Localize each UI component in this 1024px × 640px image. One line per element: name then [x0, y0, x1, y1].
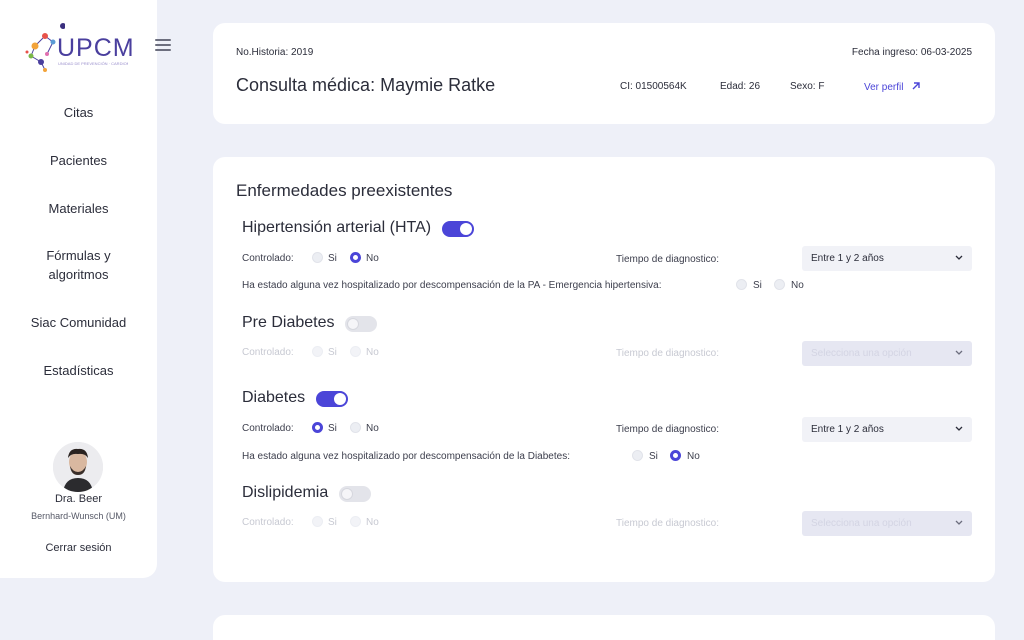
select-value: Entre 1 y 2 años	[811, 424, 884, 435]
user-role: Bernhard-Wunsch (UM)	[31, 511, 126, 521]
condition-title-hta: Hipertensión arterial (HTA)	[242, 219, 432, 236]
select-dislipidemia-tiempo[interactable]: Selecciona una opción	[802, 511, 972, 536]
radio-label-no: No	[366, 423, 379, 434]
upcm-logo: UPCM UNIDAD DE PREVENCIÓN · CARDIOMETABÓ…	[25, 22, 134, 78]
logo-subtitle: UNIDAD DE PREVENCIÓN · CARDIOMETABÓLICA	[58, 61, 128, 66]
radio-prediabetes-no[interactable]	[350, 346, 361, 357]
radio-hta-hosp-si[interactable]	[736, 279, 747, 290]
select-placeholder: Selecciona una opción	[811, 518, 912, 529]
radio-label-no: No	[791, 280, 804, 291]
toggle-dislipidemia[interactable]	[339, 486, 371, 502]
sidebar-item-pacientes[interactable]: Pacientes	[0, 151, 157, 170]
user-name: Dra. Beer	[54, 493, 103, 505]
radio-prediabetes-si[interactable]	[312, 346, 323, 357]
patient-ci: CI: 01500564K	[620, 81, 687, 92]
controlado-label: Controlado:	[242, 517, 294, 528]
radio-hta-hosp-no[interactable]	[774, 279, 785, 290]
tiempo-label: Tiempo de diagnostico:	[616, 518, 720, 529]
chevron-down-icon	[955, 255, 963, 260]
ver-perfil-label: Ver perfil	[864, 82, 904, 93]
condition-title-prediabetes: Pre Diabetes	[242, 314, 335, 331]
sidebar-item-citas[interactable]: Citas	[0, 103, 157, 122]
sidebar-item-formulas[interactable]: Fórmulas y algoritmos	[0, 246, 157, 284]
radio-diabetes-hosp-si[interactable]	[632, 450, 643, 461]
chevron-down-icon	[955, 350, 963, 355]
historia-number: No.Historia: 2019	[236, 47, 314, 58]
radio-diabetes-controlado-si[interactable]	[312, 422, 323, 433]
section-title: Enfermedades preexistentes	[236, 181, 453, 200]
toggle-hta[interactable]	[442, 221, 474, 237]
user-avatar-icon	[53, 442, 103, 492]
chevron-down-icon	[955, 426, 963, 431]
radio-label-si: Si	[753, 280, 762, 291]
sidebar-item-materiales[interactable]: Materiales	[0, 199, 157, 218]
select-prediabetes-tiempo[interactable]: Selecciona una opción	[802, 341, 972, 366]
chevron-down-icon	[955, 520, 963, 525]
radio-diabetes-controlado-no[interactable]	[350, 422, 361, 433]
ver-perfil-link[interactable]: Ver perfil	[864, 81, 921, 93]
hospitalizado-label-hta: Ha estado alguna vez hospitalizado por d…	[242, 280, 662, 291]
radio-label-no: No	[366, 347, 379, 358]
tiempo-label: Tiempo de diagnostico:	[616, 424, 720, 435]
next-section-card	[213, 615, 995, 640]
sidebar-item-siac-comunidad[interactable]: Siac Comunidad	[0, 313, 157, 332]
logout-button[interactable]: Cerrar sesión	[0, 542, 157, 554]
controlado-label: Controlado:	[242, 347, 294, 358]
hamburger-menu-icon[interactable]	[155, 39, 171, 51]
radio-dislipidemia-si[interactable]	[312, 516, 323, 527]
radio-label-no: No	[366, 517, 379, 528]
radio-hta-controlado-no[interactable]	[350, 252, 361, 263]
controlado-label: Controlado:	[242, 253, 294, 264]
radio-diabetes-hosp-no[interactable]	[670, 450, 681, 461]
condition-title-diabetes: Diabetes	[242, 389, 306, 406]
hospitalizado-label-diabetes: Ha estado alguna vez hospitalizado por d…	[242, 451, 570, 462]
page-title: Consulta médica: Maymie Ratke	[236, 75, 496, 95]
radio-label-si: Si	[328, 423, 337, 434]
logo-text: UPCM	[57, 34, 135, 62]
radio-label-no: No	[366, 253, 379, 264]
radio-label-si: Si	[328, 517, 337, 528]
radio-label-si: Si	[328, 347, 337, 358]
radio-dislipidemia-no[interactable]	[350, 516, 361, 527]
select-placeholder: Selecciona una opción	[811, 348, 912, 359]
patient-header-card: No.Historia: 2019 Fecha ingreso: 06-03-2…	[213, 23, 995, 124]
radio-hta-controlado-si[interactable]	[312, 252, 323, 263]
controlado-label: Controlado:	[242, 423, 294, 434]
arrow-up-right-icon	[912, 82, 920, 90]
radio-label-si: Si	[328, 253, 337, 264]
condition-title-dislipidemia: Dislipidemia	[242, 484, 329, 501]
tiempo-label: Tiempo de diagnostico:	[616, 348, 720, 359]
tiempo-label: Tiempo de diagnostico:	[616, 254, 720, 265]
patient-sexo: Sexo: F	[790, 81, 825, 92]
enfermedades-card: Enfermedades preexistentes Hipertensión …	[213, 157, 995, 582]
sidebar: UPCM UNIDAD DE PREVENCIÓN · CARDIOMETABÓ…	[0, 0, 157, 578]
select-value: Entre 1 y 2 años	[811, 253, 884, 264]
select-diabetes-tiempo[interactable]: Entre 1 y 2 años	[802, 417, 972, 442]
select-hta-tiempo[interactable]: Entre 1 y 2 años	[802, 246, 972, 271]
toggle-prediabetes[interactable]	[345, 316, 377, 332]
toggle-diabetes[interactable]	[316, 391, 348, 407]
radio-label-si: Si	[649, 451, 658, 462]
patient-edad: Edad: 26	[720, 81, 761, 92]
avatar	[53, 442, 103, 492]
radio-label-no: No	[687, 451, 700, 462]
fecha-ingreso: Fecha ingreso: 06-03-2025	[851, 47, 972, 58]
sidebar-item-estadisticas[interactable]: Estadísticas	[0, 361, 157, 380]
